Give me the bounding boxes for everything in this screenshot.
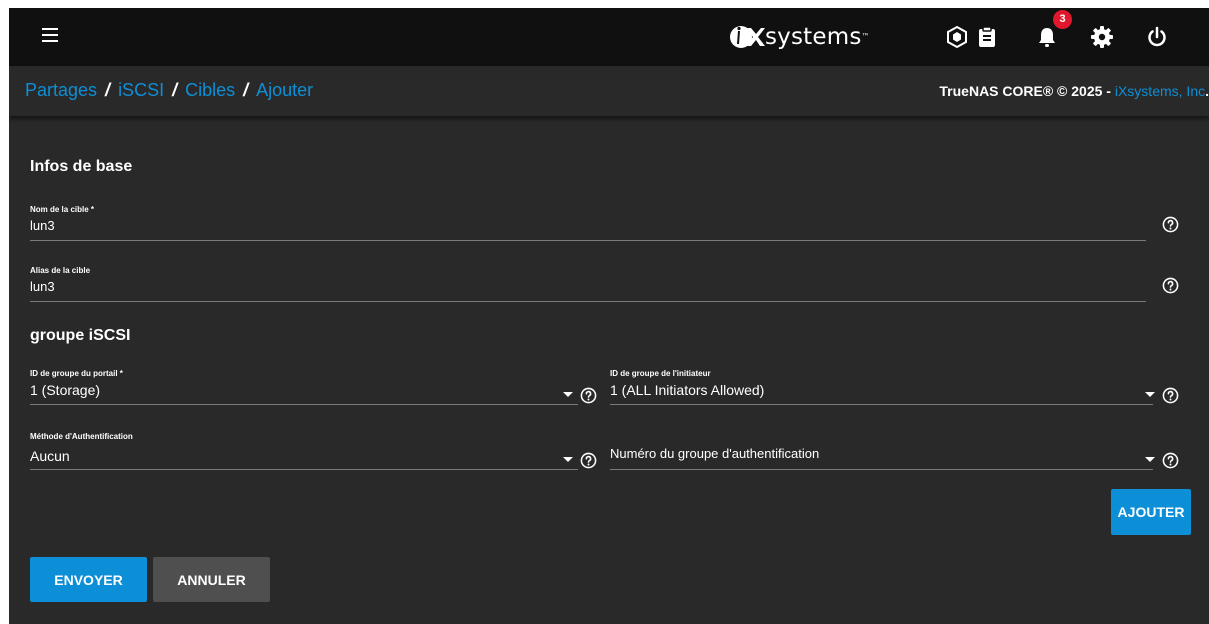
target-name-input[interactable]: lun3 xyxy=(30,218,55,233)
copyright-suffix: . xyxy=(1205,83,1209,99)
target-name-label: Nom de la cible * xyxy=(30,205,95,214)
section-title-basic: Infos de base xyxy=(30,158,133,175)
chevron-down-icon[interactable] xyxy=(563,457,573,462)
gear-icon[interactable] xyxy=(1090,25,1114,49)
section-title-group: groupe iSCSI xyxy=(30,327,131,344)
breadcrumb-bar: Partages / iSCSI / Cibles / Ajouter TrueNAS CO… xyxy=(9,66,1209,116)
underline xyxy=(610,469,1153,470)
help-icon[interactable] xyxy=(580,452,597,469)
underline xyxy=(30,301,1146,302)
chevron-down-icon[interactable] xyxy=(1145,392,1155,397)
auth-group-placeholder: Numéro du groupe d'authentification xyxy=(610,446,820,461)
breadcrumb-iscsi[interactable]: iSCSI xyxy=(118,80,164,100)
cancel-button[interactable]: ANNULER xyxy=(153,557,270,602)
breadcrumb-cibles[interactable]: Cibles xyxy=(185,80,235,100)
breadcrumb: Partages / iSCSI / Cibles / Ajouter xyxy=(25,80,313,101)
breadcrumb-ajouter[interactable]: Ajouter xyxy=(256,80,313,100)
breadcrumb-partages[interactable]: Partages xyxy=(25,80,97,100)
app-window: systems™ 3 Partages / iSCSI / Cibles / A… xyxy=(9,8,1209,624)
portal-group-value: 1 (Storage) xyxy=(30,382,101,398)
logo-text: systems™ xyxy=(765,24,870,50)
initiator-group-label: ID de groupe de l'initiateur xyxy=(610,369,711,378)
add-button[interactable]: AJOUTER xyxy=(1111,489,1191,535)
clipboard-icon[interactable] xyxy=(975,25,999,49)
help-icon[interactable] xyxy=(580,387,597,404)
help-icon[interactable] xyxy=(1162,216,1179,233)
auth-group-select[interactable]: Numéro du groupe d'authentification xyxy=(610,432,1155,470)
bell-icon[interactable] xyxy=(1035,25,1059,49)
initiator-group-value: 1 (ALL Initiators Allowed) xyxy=(610,382,765,398)
breadcrumb-separator: / xyxy=(105,80,111,100)
menu-icon[interactable] xyxy=(42,28,58,42)
copyright: TrueNAS CORE® © 2025 - iXsystems, Inc. xyxy=(939,83,1209,99)
initiator-group-select[interactable]: ID de groupe de l'initiateur 1 (ALL Init… xyxy=(610,369,1155,405)
breadcrumb-separator: / xyxy=(172,80,178,100)
power-icon[interactable] xyxy=(1145,25,1169,49)
auth-method-value: Aucun xyxy=(30,448,70,464)
submit-button[interactable]: ENVOYER xyxy=(30,557,147,602)
target-alias-label: Alias de la cible xyxy=(30,266,91,275)
chevron-down-icon[interactable] xyxy=(1145,457,1155,462)
auth-method-select[interactable]: Méthode d'Authentification Aucun xyxy=(30,432,580,470)
breadcrumb-separator: / xyxy=(243,80,249,100)
auth-method-label: Méthode d'Authentification xyxy=(30,432,133,441)
top-bar: systems™ 3 xyxy=(9,8,1209,66)
copyright-link[interactable]: iXsystems, Inc xyxy=(1115,83,1205,99)
target-name-field[interactable]: Nom de la cible * lun3 xyxy=(30,205,1150,241)
target-alias-input[interactable]: lun3 xyxy=(30,279,55,294)
chevron-down-icon[interactable] xyxy=(563,392,573,397)
help-icon[interactable] xyxy=(1162,387,1179,404)
portal-group-select[interactable]: ID de groupe du portail * 1 (Storage) xyxy=(30,369,580,405)
help-icon[interactable] xyxy=(1162,452,1179,469)
underline xyxy=(30,240,1146,241)
ix-logo-icon xyxy=(730,26,765,48)
underline xyxy=(30,404,578,405)
underline xyxy=(610,404,1153,405)
truecommand-icon[interactable] xyxy=(945,25,969,49)
underline xyxy=(30,469,578,470)
copyright-text: TrueNAS CORE® © 2025 - xyxy=(939,83,1115,99)
portal-group-label: ID de groupe du portail * xyxy=(30,369,123,378)
target-alias-field[interactable]: Alias de la cible lun3 xyxy=(30,266,1150,302)
help-icon[interactable] xyxy=(1162,277,1179,294)
ix-logo: systems™ xyxy=(729,21,889,51)
target-form: Infos de base Nom de la cible * lun3 Ali… xyxy=(9,130,1209,624)
notification-badge: 3 xyxy=(1053,10,1072,29)
